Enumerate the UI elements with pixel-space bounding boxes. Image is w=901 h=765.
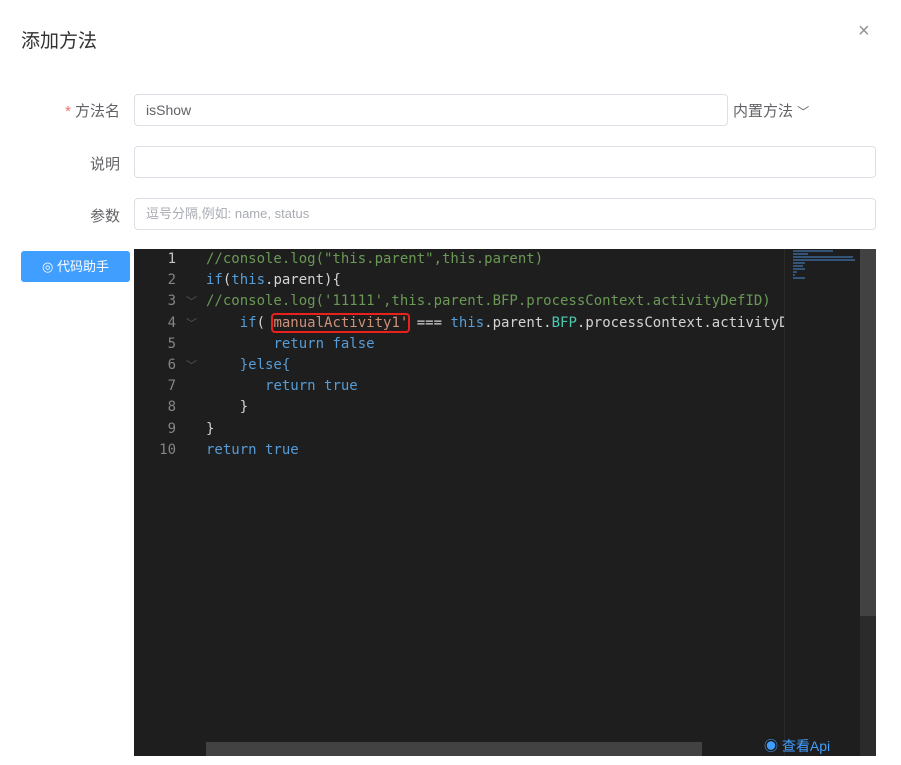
eye-icon: ◉ <box>764 738 778 754</box>
minimap-line <box>793 262 805 264</box>
minimap[interactable] <box>784 249 860 756</box>
helper-icon: ◎ <box>42 259 54 274</box>
method-name-label: * 方法名 <box>65 103 120 120</box>
code-line: if( manualActivity1' === this.parent.BFP… <box>206 312 784 334</box>
code-content[interactable]: //console.log("this.parent",this.parent)… <box>206 249 784 461</box>
minimap-line <box>793 256 853 258</box>
fold-chevron-icon[interactable]: ﹀ <box>186 291 197 312</box>
code-token: //console.log('11111',this.parent.BFP.pr… <box>206 293 771 310</box>
code-token: .processContext.activityDefID){ <box>576 314 784 331</box>
code-token: } <box>206 420 215 437</box>
minimap-line <box>793 250 833 252</box>
code-editor[interactable]: 1 2 3 ﹀ 4 ﹀ 5 6 ﹀ 7 8 9 10 //console.log("t… <box>134 249 876 756</box>
code-helper-button[interactable]: ◎ 代码助手 <box>21 251 130 282</box>
code-token: }else{ <box>239 356 291 373</box>
code-line: }else{ <box>206 355 784 376</box>
code-line: return false <box>206 334 784 355</box>
code-token: } <box>206 399 249 416</box>
code-line: return true <box>206 376 784 397</box>
minimap-line <box>793 265 803 267</box>
dialog-title: 添加方法 <box>21 31 98 52</box>
code-token: return true <box>206 441 299 458</box>
code-token: manualActivity1' <box>271 312 411 333</box>
code-token: return false <box>273 335 375 352</box>
code-token: return true <box>265 378 358 395</box>
method-name-input[interactable]: isShow <box>134 94 728 126</box>
code-line: } <box>206 419 784 440</box>
line-gutter: 1 2 3 ﹀ 4 ﹀ 5 6 ﹀ 7 8 9 10 <box>134 249 204 461</box>
code-token: //console.log("this.parent",this.parent) <box>206 251 544 267</box>
builtin-method-dropdown[interactable]: 内置方法 ﹀ <box>733 100 809 121</box>
description-label: 说明 <box>89 156 120 173</box>
code-line: return true <box>206 440 784 461</box>
scroll-thumb[interactable] <box>860 249 876 616</box>
minimap-line <box>793 253 808 255</box>
fold-chevron-icon[interactable]: ﹀ <box>186 313 197 334</box>
fold-line: 3 ﹀ <box>134 291 204 312</box>
code-token: if <box>206 272 223 289</box>
code-token: BFP <box>551 314 577 331</box>
code-token: .parent. <box>484 314 552 331</box>
description-input[interactable] <box>134 146 876 178</box>
code-token: === <box>408 314 451 331</box>
code-token: this <box>450 314 485 331</box>
code-line: //console.log('11111',this.parent.BFP.pr… <box>206 291 784 312</box>
code-line: } <box>206 397 784 418</box>
vertical-scrollbar[interactable] <box>860 249 876 756</box>
code-line: if(this.parent){ <box>206 270 784 291</box>
code-token: ( <box>256 314 274 331</box>
minimap-line <box>793 277 805 279</box>
minimap-line <box>793 271 797 273</box>
minimap-line <box>793 274 795 276</box>
code-token: this <box>231 272 266 289</box>
chevron-down-icon: ﹀ <box>797 105 810 119</box>
fold-chevron-icon[interactable]: ﹀ <box>186 355 197 376</box>
horizontal-scrollbar[interactable] <box>206 742 702 756</box>
minimap-line <box>793 259 855 261</box>
view-api-link[interactable]: ◉ 查看Api <box>764 736 830 756</box>
close-icon[interactable]: × <box>858 20 870 43</box>
params-input[interactable]: 逗号分隔,例如: name, status <box>134 198 876 230</box>
code-token: .parent){ <box>265 272 341 289</box>
params-label: 参数 <box>89 208 120 225</box>
code-line: //console.log("this.parent",this.parent) <box>206 249 784 270</box>
minimap-line <box>793 268 805 270</box>
code-token: if <box>239 314 257 331</box>
